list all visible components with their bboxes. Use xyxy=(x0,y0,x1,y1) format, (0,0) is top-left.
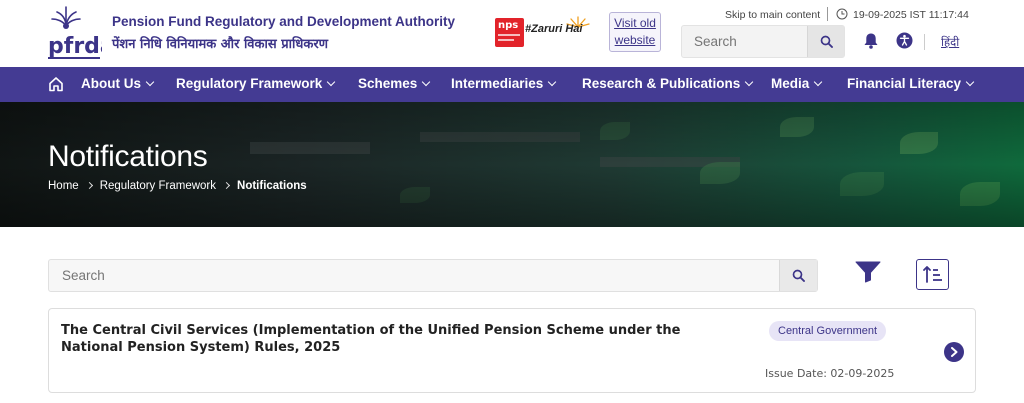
divider xyxy=(827,7,828,21)
notification-card[interactable]: The Central Civil Services (Implementati… xyxy=(48,308,976,393)
header-search-input[interactable] xyxy=(682,26,808,57)
visit-old-website-link[interactable]: Visit old website xyxy=(609,12,661,52)
org-name-english: Pension Fund Regulatory and Development … xyxy=(112,14,456,29)
main-navigation: About Us Regulatory Framework Schemes In… xyxy=(0,67,1024,102)
nav-item-schemes[interactable]: Schemes xyxy=(358,76,431,91)
notifications-search-button[interactable] xyxy=(779,260,817,291)
breadcrumb-home[interactable]: Home xyxy=(48,180,79,192)
accessibility-icon[interactable] xyxy=(896,32,913,49)
issue-date: Issue Date: 02-09-2025 xyxy=(765,367,895,380)
nav-item-regulatory-framework[interactable]: Regulatory Framework xyxy=(176,76,336,91)
notification-title[interactable]: The Central Civil Services (Implementati… xyxy=(61,322,741,356)
nav-item-financial-literacy[interactable]: Financial Literacy xyxy=(847,76,975,91)
home-icon[interactable] xyxy=(48,76,64,92)
chevron-right-icon xyxy=(85,181,93,190)
breadcrumb: Home Regulatory Framework Notifications xyxy=(48,180,307,192)
nav-item-media[interactable]: Media xyxy=(771,76,823,91)
nav-item-research-publications[interactable]: Research & Publications xyxy=(582,76,754,91)
sort-button[interactable] xyxy=(916,259,949,290)
header-search xyxy=(681,25,845,58)
page-title: Notifications xyxy=(48,140,208,173)
breadcrumb-regulatory-framework[interactable]: Regulatory Framework xyxy=(100,180,216,192)
filter-icon[interactable] xyxy=(855,261,881,283)
pfrda-logo[interactable]: pfrda xyxy=(48,6,115,62)
search-icon xyxy=(792,269,805,282)
zaruri-hai-tag: #Zaruri Hai xyxy=(525,23,583,35)
current-datetime: 19-09-2025 IST 11:17:44 xyxy=(853,9,969,21)
chevron-down-icon xyxy=(548,77,557,87)
notifications-search xyxy=(48,259,818,292)
visit-old-line2: website xyxy=(614,33,656,47)
nps-logo[interactable]: nps xyxy=(495,18,524,47)
visit-old-line1: Visit old xyxy=(614,16,656,30)
hindi-language-link[interactable]: हिंदी xyxy=(941,35,959,50)
nps-logo-text: nps xyxy=(498,20,519,31)
header-search-button[interactable] xyxy=(807,26,844,57)
nav-item-intermediaries[interactable]: Intermediaries xyxy=(451,76,557,91)
chevron-down-icon xyxy=(814,77,823,87)
chevron-down-icon xyxy=(145,77,155,87)
page-banner: Notifications Home Regulatory Framework No… xyxy=(0,102,1024,227)
pfrda-logo-icon: pfrda xyxy=(48,6,115,59)
org-name-hindi: पेंशन निधि विनियामक और विकास प्राधिकरण xyxy=(112,37,329,52)
category-badge: Central Government xyxy=(769,321,887,341)
breadcrumb-current: Notifications xyxy=(237,180,307,192)
chevron-down-icon xyxy=(327,77,336,87)
search-icon xyxy=(820,35,833,48)
chevron-down-icon xyxy=(422,77,431,87)
nav-item-about-us[interactable]: About Us xyxy=(81,76,155,91)
chevron-down-icon xyxy=(745,77,754,87)
chevron-right-icon xyxy=(222,181,231,190)
skip-to-main-link[interactable]: Skip to main content xyxy=(725,9,820,21)
svg-text:pfrda: pfrda xyxy=(48,34,102,59)
open-notification-button[interactable] xyxy=(944,342,964,362)
divider xyxy=(924,34,925,50)
clock-icon xyxy=(836,8,848,20)
site-header: pfrda Pension Fund Regulatory and Develo… xyxy=(0,0,1024,67)
sort-icon xyxy=(923,266,942,283)
bell-icon[interactable] xyxy=(863,32,879,49)
chevron-down-icon xyxy=(965,77,975,87)
chevron-right-icon xyxy=(951,347,958,357)
notifications-search-input[interactable] xyxy=(49,260,779,291)
